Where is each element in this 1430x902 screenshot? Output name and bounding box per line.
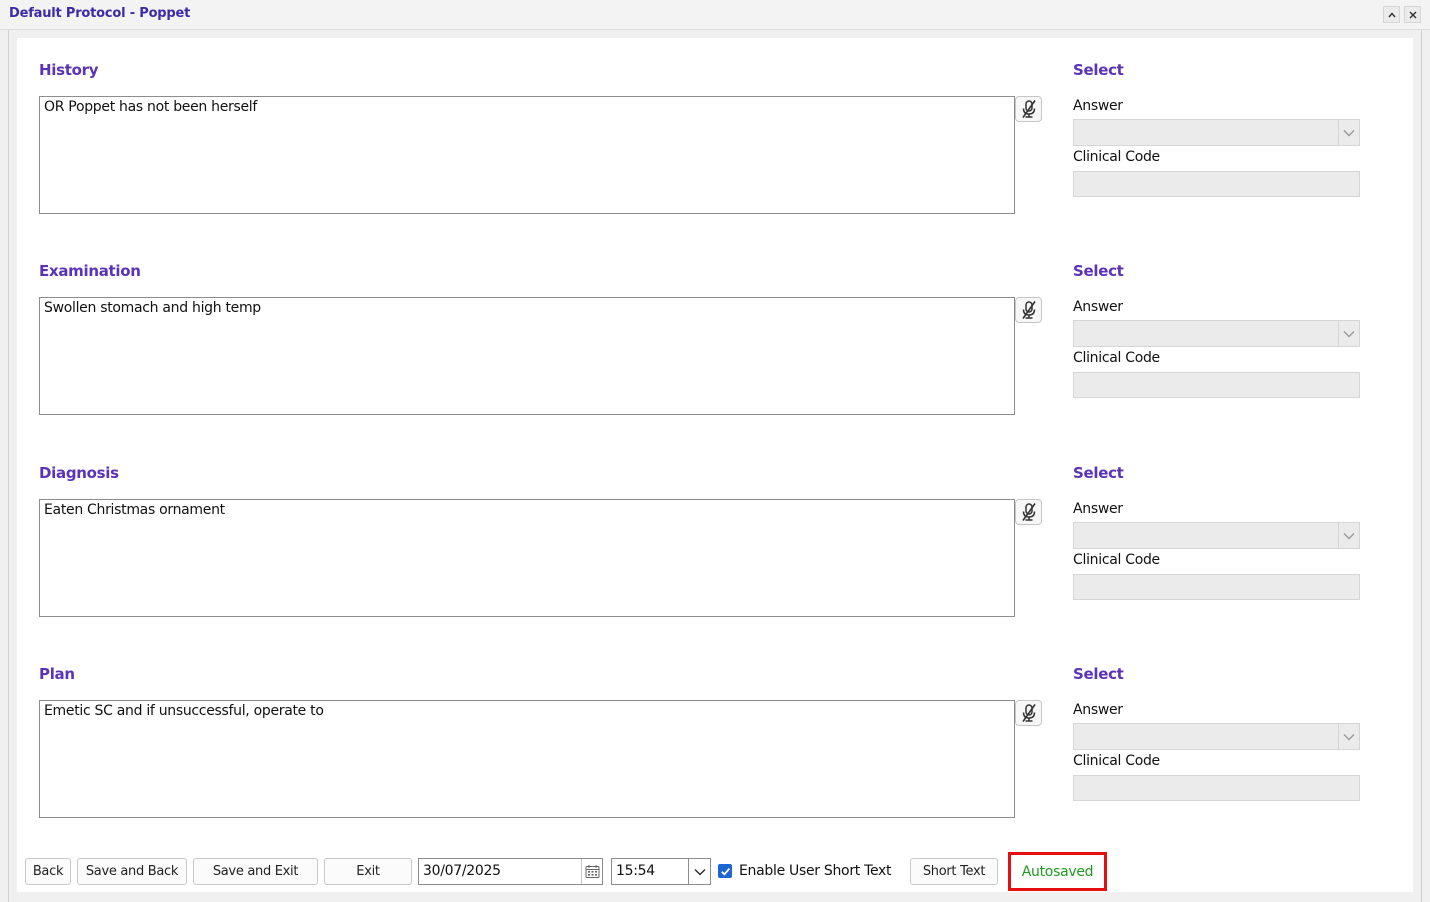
title-bar: Default Protocol - Poppet <box>0 0 1430 30</box>
select-heading: Select <box>1073 665 1124 683</box>
time-field[interactable]: 15:54 <box>611 858 711 885</box>
dictation-button[interactable] <box>1015 96 1042 122</box>
answer-label: Answer <box>1073 98 1123 114</box>
microphone-off-icon <box>1021 503 1036 521</box>
date-picker-button[interactable] <box>581 859 602 884</box>
clinical-code-label: Clinical Code <box>1073 350 1160 366</box>
checkmark-icon <box>720 867 730 876</box>
clinical-code-label: Clinical Code <box>1073 552 1160 568</box>
dropdown-arrow[interactable] <box>1338 321 1359 346</box>
clinical-code-label: Clinical Code <box>1073 149 1160 165</box>
dictation-button[interactable] <box>1015 499 1042 525</box>
microphone-off-icon <box>1021 704 1036 722</box>
protocol-form: History OR Poppet has not been herself S… <box>17 38 1413 892</box>
time-value: 15:54 <box>616 863 655 879</box>
select-heading: Select <box>1073 61 1124 79</box>
clinical-code-label: Clinical Code <box>1073 753 1160 769</box>
chevron-down-icon <box>1343 532 1355 539</box>
section-diagnosis: Diagnosis Eaten Christmas ornament Selec… <box>17 450 1413 650</box>
history-answer-dropdown[interactable] <box>1073 119 1360 146</box>
exit-button[interactable]: Exit <box>324 858 412 885</box>
select-heading: Select <box>1073 464 1124 482</box>
dropdown-arrow[interactable] <box>1338 523 1359 548</box>
microphone-off-icon <box>1021 301 1036 319</box>
time-dropdown-button[interactable] <box>688 859 710 884</box>
section-title: Plan <box>39 665 75 683</box>
save-and-exit-button[interactable]: Save and Exit <box>193 858 318 885</box>
date-value: 30/07/2025 <box>423 863 501 879</box>
section-history: History OR Poppet has not been herself S… <box>17 47 1413 247</box>
chevron-down-icon <box>1343 733 1355 740</box>
chevron-down-icon <box>693 868 706 876</box>
close-icon <box>1409 11 1416 18</box>
examination-text-area[interactable]: Swollen stomach and high temp <box>39 297 1015 415</box>
close-button[interactable] <box>1404 6 1421 23</box>
plan-text-area[interactable]: Emetic SC and if unsuccessful, operate t… <box>39 700 1015 818</box>
date-field[interactable]: 30/07/2025 <box>418 858 603 885</box>
plan-answer-dropdown[interactable] <box>1073 723 1360 750</box>
answer-label: Answer <box>1073 299 1123 315</box>
diagnosis-answer-dropdown[interactable] <box>1073 522 1360 549</box>
back-button[interactable]: Back <box>25 858 71 885</box>
section-title: Examination <box>39 262 141 280</box>
answer-label: Answer <box>1073 702 1123 718</box>
history-clinical-code-field[interactable] <box>1073 171 1360 197</box>
section-examination: Examination Swollen stomach and high tem… <box>17 248 1413 448</box>
select-heading: Select <box>1073 262 1124 280</box>
dropdown-arrow[interactable] <box>1338 120 1359 145</box>
chevron-down-icon <box>1343 330 1355 337</box>
dictation-button[interactable] <box>1015 700 1042 726</box>
enable-short-text-label[interactable]: Enable User Short Text <box>739 863 892 879</box>
answer-label: Answer <box>1073 501 1123 517</box>
window-title: Default Protocol - Poppet <box>9 6 191 21</box>
section-title: History <box>39 61 99 79</box>
history-text-area[interactable]: OR Poppet has not been herself <box>39 96 1015 214</box>
autosave-status: Autosaved <box>1008 852 1107 891</box>
diagnosis-text-area[interactable]: Eaten Christmas ornament <box>39 499 1015 617</box>
chevron-up-icon <box>1387 11 1396 17</box>
section-plan: Plan Emetic SC and if unsuccessful, oper… <box>17 651 1413 851</box>
plan-clinical-code-field[interactable] <box>1073 775 1360 801</box>
examination-answer-dropdown[interactable] <box>1073 320 1360 347</box>
dictation-button[interactable] <box>1015 297 1042 323</box>
short-text-button[interactable]: Short Text <box>910 858 998 885</box>
save-and-back-button[interactable]: Save and Back <box>77 858 187 885</box>
calendar-icon <box>585 865 599 878</box>
chevron-down-icon <box>1343 129 1355 136</box>
minimize-button[interactable] <box>1383 6 1400 23</box>
examination-clinical-code-field[interactable] <box>1073 372 1360 398</box>
dropdown-arrow[interactable] <box>1338 724 1359 749</box>
enable-short-text-checkbox[interactable] <box>718 864 732 878</box>
section-title: Diagnosis <box>39 464 119 482</box>
diagnosis-clinical-code-field[interactable] <box>1073 574 1360 600</box>
microphone-off-icon <box>1021 100 1036 118</box>
